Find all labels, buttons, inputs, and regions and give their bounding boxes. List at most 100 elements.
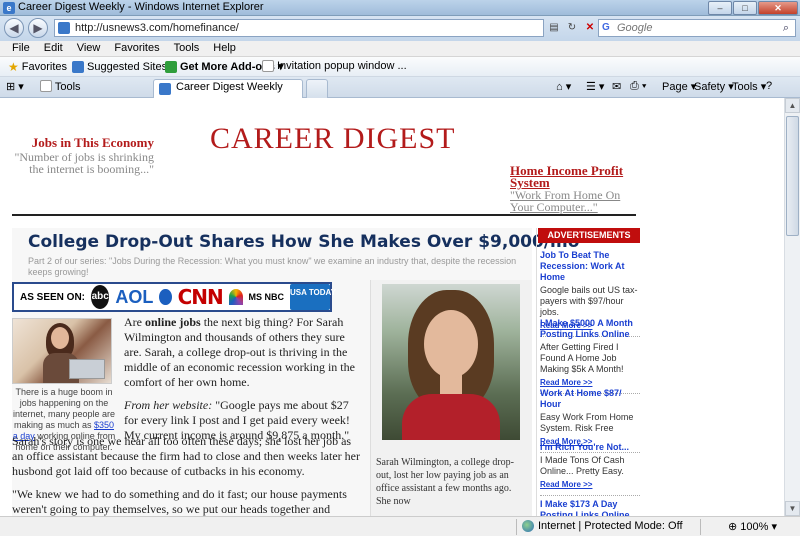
suggested-sites-icon xyxy=(72,60,84,73)
invitation-label: Invitation popup window ... xyxy=(277,60,407,72)
sarah-portrait-photo xyxy=(382,284,520,440)
ad-title[interactable]: I Make $173 A Day Posting Links Online xyxy=(540,499,640,516)
scrollbar-thumb[interactable] xyxy=(786,116,799,236)
favorites-label: Favorites xyxy=(21,61,68,73)
menu-file[interactable]: File xyxy=(0,41,35,54)
tab-label: Career Digest Weekly xyxy=(176,81,283,93)
menu-edit[interactable]: Edit xyxy=(35,41,68,54)
cnn-logo: CNN xyxy=(177,285,224,309)
paragraph-3: Sarah's story is one we hear all too oft… xyxy=(12,434,360,478)
portrait-face xyxy=(424,310,478,378)
new-tab-button[interactable] xyxy=(306,79,328,98)
tab-tools[interactable]: Tools xyxy=(40,79,81,95)
print-icon[interactable]: ⎙ ▾ xyxy=(630,80,646,93)
menu-bar: File Edit View Favorites Tools Help xyxy=(0,41,800,57)
compatibility-icon[interactable]: ▤ xyxy=(546,19,562,37)
zoom-control[interactable]: ⊕ 100% ▾ xyxy=(728,520,777,533)
scroll-up-icon[interactable]: ▲ xyxy=(785,98,800,113)
page-menu-button[interactable]: Page ▾ xyxy=(662,80,696,93)
ad-read-more-link[interactable]: Read More >> xyxy=(540,378,592,387)
as-seen-on-banner: AS SEEN ON: abc AOL CNN MS NBC USA TODAY xyxy=(12,282,336,312)
right-teaser-sub[interactable]: "Work From Home On Your Computer..." xyxy=(510,189,640,213)
right-teaser[interactable]: Home Income Profit System "Work From Hom… xyxy=(510,164,640,213)
feeds-icon[interactable]: ☰ ▾ xyxy=(586,80,604,93)
forward-arrow-icon[interactable]: ▶ xyxy=(28,18,48,38)
internet-globe-icon xyxy=(522,520,534,532)
safety-menu-button[interactable]: Safety ▾ xyxy=(694,80,734,93)
refresh-icon[interactable]: ↻ xyxy=(564,19,580,37)
tools-tab-icon xyxy=(40,80,52,92)
zoom-icon: ⊕ xyxy=(728,521,738,533)
back-arrow-icon[interactable]: ◀ xyxy=(4,18,24,38)
zoom-level: 100% xyxy=(740,521,769,533)
favorites-button[interactable]: ★ Favorites xyxy=(8,60,67,74)
ad-title[interactable]: Work At Home $87/ Hour xyxy=(540,388,640,410)
p2-italic: From her website: xyxy=(124,398,213,412)
home-icon[interactable]: ⌂ ▾ xyxy=(556,80,571,93)
minimize-button[interactable]: – xyxy=(708,1,732,15)
suggested-sites-label: Suggested Sites ▾ xyxy=(87,61,176,73)
vertical-scrollbar[interactable]: ▲ ▼ xyxy=(784,98,800,516)
ad-read-more-link[interactable]: Read More >> xyxy=(540,480,592,489)
favorites-star-icon: ★ xyxy=(8,60,19,74)
invitation-popup-link[interactable]: Invitation popup window ... xyxy=(262,60,407,72)
address-url[interactable]: http://usnews3.com/homefinance/ xyxy=(75,22,239,34)
stop-icon[interactable]: ✕ xyxy=(582,19,598,37)
right-teaser-heading[interactable]: Home Income Profit System xyxy=(510,164,640,189)
left-teaser-heading[interactable]: Jobs in This Economy xyxy=(14,135,154,151)
menu-tools[interactable]: Tools xyxy=(165,41,205,54)
suggested-sites-link[interactable]: Suggested Sites ▾ xyxy=(72,60,176,73)
ad-body: Google bails out US tax-payers with $97/… xyxy=(540,285,638,317)
quick-tabs-icon[interactable]: ⊞ ▾ xyxy=(6,79,24,95)
tools-menu-button[interactable]: Tools ▾ xyxy=(732,80,766,93)
menu-view[interactable]: View xyxy=(68,41,106,54)
left-teaser[interactable]: Jobs in This Economy "Number of jobs is … xyxy=(14,135,154,175)
status-separator xyxy=(516,519,517,535)
ad-item[interactable]: I'm Rich You're Not... I Made Tons Of Ca… xyxy=(540,442,640,496)
ads-header: ADVERTISEMENTS xyxy=(538,228,640,243)
close-button[interactable]: ✕ xyxy=(758,1,798,15)
search-box[interactable]: G ⌕ xyxy=(598,19,796,37)
search-icon[interactable]: ⌕ xyxy=(779,21,793,35)
tab-career-digest[interactable]: Career Digest Weekly xyxy=(153,79,303,98)
tab-bar: ⊞ ▾ Tools Career Digest Weekly ⌂ ▾ ☰ ▾ ✉… xyxy=(0,77,800,98)
ad-item[interactable]: I Make $5000 A Month Posting Links Onlin… xyxy=(540,318,640,394)
ie-app-icon: e xyxy=(3,2,15,14)
mail-icon[interactable]: ✉ xyxy=(612,80,621,93)
ad-title[interactable]: Job To Beat The Recession: Work At Home xyxy=(540,250,640,283)
ad-body: I Made Tons Of Cash Online... Pretty Eas… xyxy=(540,455,625,476)
window-title: Career Digest Weekly - Windows Internet … xyxy=(18,1,264,13)
ad-body: After Getting Fired I Found A Home Job M… xyxy=(540,342,624,374)
maximize-button[interactable]: □ xyxy=(733,1,757,15)
paragraph-4: "We knew we had to do something and do i… xyxy=(12,487,347,516)
menu-favorites[interactable]: Favorites xyxy=(105,41,164,54)
photo-face xyxy=(51,327,69,349)
ad-item[interactable]: I Make $173 A Day Posting Links Online xyxy=(540,499,640,516)
ad-title[interactable]: I'm Rich You're Not... xyxy=(540,442,640,453)
page-viewport: Jobs in This Economy "Number of jobs is … xyxy=(0,98,784,516)
left-teaser-sub: "Number of jobs is shrinking the interne… xyxy=(14,150,154,176)
msnbc-logo: MS NBC xyxy=(248,291,285,302)
woman-with-laptop-photo xyxy=(12,318,112,384)
status-bar: Internet | Protected Mode: Off ⊕ 100% ▾ xyxy=(0,516,800,536)
menu-help[interactable]: Help xyxy=(204,41,241,54)
article-headline: College Drop-Out Shares How She Makes Ov… xyxy=(28,232,580,252)
portrait-caption: Sarah Wilmington, a college drop-out, lo… xyxy=(376,457,514,507)
window-controls: – □ ✕ xyxy=(708,1,798,15)
scroll-down-icon[interactable]: ▼ xyxy=(785,501,800,516)
ad-title[interactable]: I Make $5000 A Month Posting Links Onlin… xyxy=(540,318,640,340)
security-zone[interactable]: Internet | Protected Mode: Off xyxy=(522,520,683,532)
abc-logo: abc xyxy=(91,285,110,309)
aol-mark-icon xyxy=(159,289,172,305)
page-icon xyxy=(262,60,274,72)
search-input[interactable] xyxy=(617,21,777,35)
header-divider xyxy=(12,214,636,216)
as-seen-on-label: AS SEEN ON: xyxy=(20,291,86,303)
photo-laptop xyxy=(69,359,105,379)
address-bar[interactable]: http://usnews3.com/homefinance/ xyxy=(54,19,544,37)
aol-logo: AOL xyxy=(115,286,154,307)
window-titlebar: e Career Digest Weekly - Windows Interne… xyxy=(0,0,800,16)
google-search-icon: G xyxy=(602,22,610,33)
help-icon[interactable]: ? xyxy=(766,80,772,92)
address-buttons: ▤ ↻ ✕ xyxy=(546,19,598,37)
